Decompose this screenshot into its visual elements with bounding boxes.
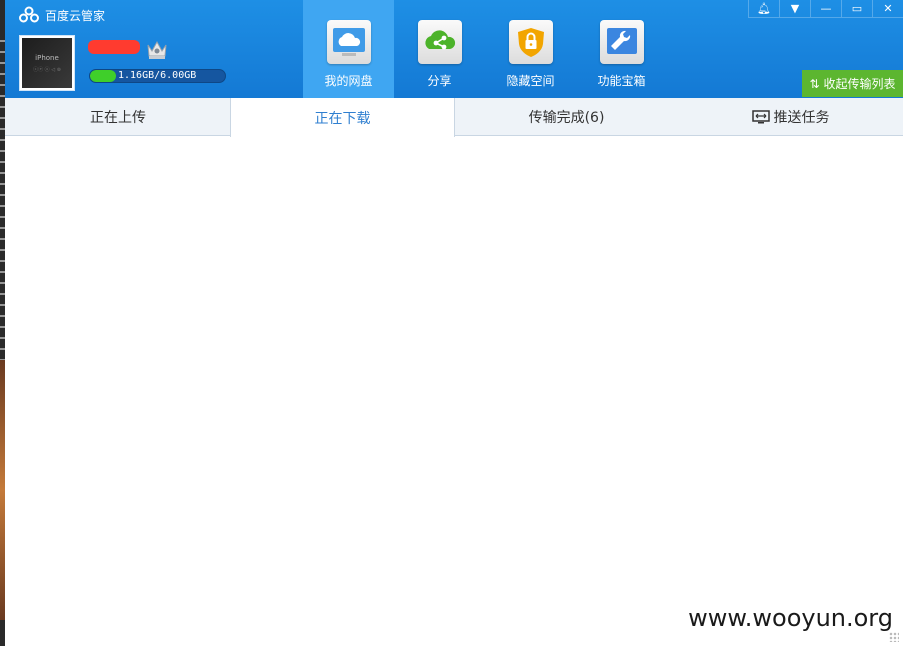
transfer-tabs: 正在上传 正在下载 传输完成(6) 推送任务 [5,98,903,137]
tab-completed[interactable]: 传输完成(6) [455,98,678,136]
transfer-list-area: www.wooyun.org [5,137,903,646]
bell-icon[interactable]: 🔔︎ [748,0,779,18]
baidu-cloud-logo-icon [19,6,39,23]
tab-push-tasks[interactable]: 推送任务 [678,98,903,136]
window-controls: 🔔︎ ▼ — ▭ ✕ [748,0,903,18]
collapse-transfer-list-button[interactable]: ⇅ 收起传输列表 [802,70,903,97]
tab-uploading-label: 正在上传 [90,110,146,126]
nav-share-label: 分享 [427,74,452,88]
app-title: 百度云管家 [19,6,105,24]
nav-my-drive[interactable]: 我的网盘 [303,0,394,98]
lock-shield-icon [508,20,553,64]
watermark-text: www.wooyun.org [688,604,893,632]
header-bar: 百度云管家 iPhone ⓒⓔ ⓧ ◁ ⊚ 1.16GB/6.00GB 我的网盘 [5,0,903,98]
tab-completed-label: 传输完成(6) [528,110,605,126]
nav-hidden-space[interactable]: 隐藏空间 [485,0,576,98]
push-monitor-icon [751,110,770,124]
nav-toolbox[interactable]: 功能宝箱 [576,0,667,98]
dropdown-icon[interactable]: ▼ [779,0,810,18]
collapse-arrows-icon: ⇅ [809,76,820,91]
avatar[interactable]: iPhone ⓒⓔ ⓧ ◁ ⊚ [19,35,75,91]
storage-quota-text: 1.16GB/6.00GB [118,70,197,81]
close-icon[interactable]: ✕ [872,0,903,18]
minimize-icon[interactable]: — [810,0,841,18]
avatar-device-sublabel: ⓒⓔ ⓧ ◁ ⊚ [33,66,61,73]
share-icon [417,20,462,64]
cloud-icon [326,20,371,64]
tab-uploading[interactable]: 正在上传 [5,98,231,136]
maximize-icon[interactable]: ▭ [841,0,872,18]
avatar-image: iPhone ⓒⓔ ⓧ ◁ ⊚ [22,38,72,88]
storage-quota-fill [90,70,116,82]
username-redacted [88,40,140,54]
collapse-transfer-list-label: 收起传输列表 [823,77,896,91]
avatar-device-label: iPhone [35,53,59,62]
nav-share[interactable]: 分享 [394,0,485,98]
resize-grip-icon[interactable] [889,632,899,642]
tab-push-tasks-label: 推送任务 [773,110,830,126]
nav-hidden-space-label: 隐藏空间 [506,74,555,88]
nav-my-drive-label: 我的网盘 [324,74,373,88]
storage-quota-bar: 1.16GB/6.00GB [89,69,226,83]
app-title-text: 百度云管家 [45,8,106,23]
nav-toolbox-label: 功能宝箱 [597,74,646,88]
tab-downloading[interactable]: 正在下载 [230,98,455,137]
tab-downloading-label: 正在下载 [314,110,371,127]
main-nav: 我的网盘 分享 隐藏空间 功能宝箱 [303,0,667,98]
vip-crown-icon[interactable] [145,38,169,60]
wrench-icon [599,20,644,64]
